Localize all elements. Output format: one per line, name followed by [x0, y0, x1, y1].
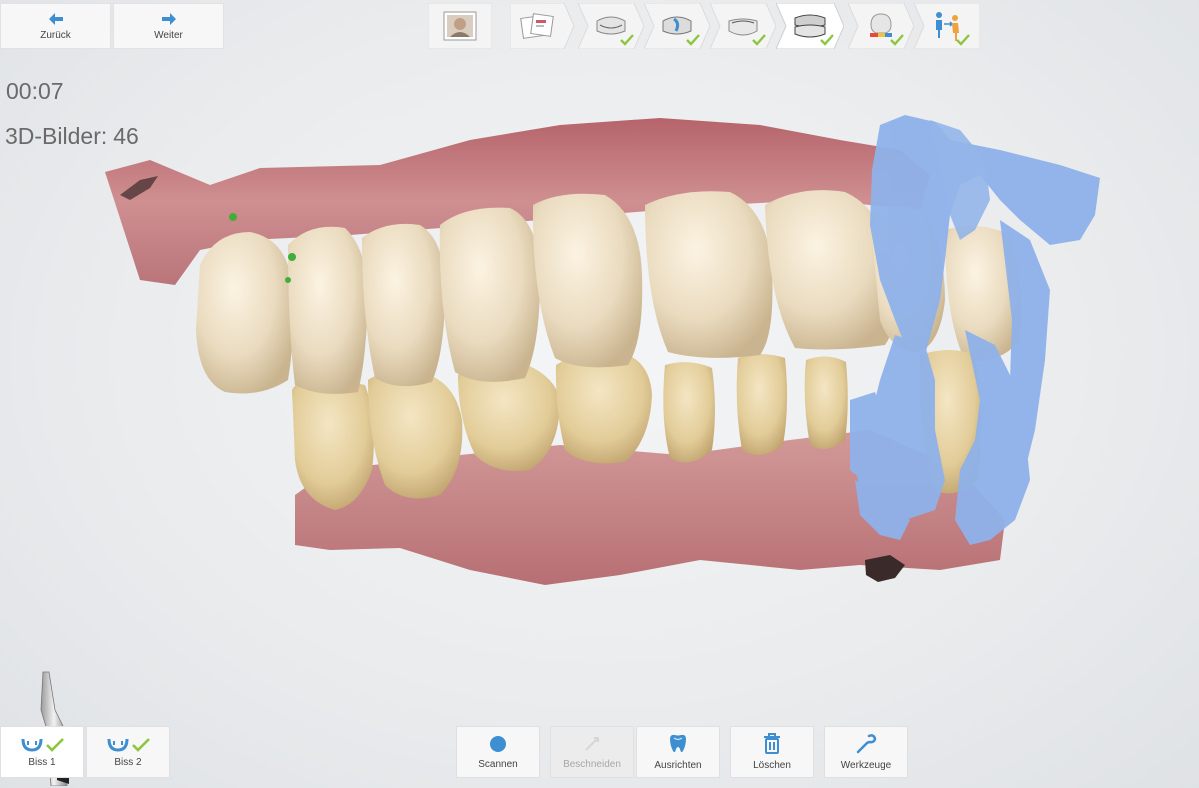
align-button[interactable]: Ausrichten	[636, 726, 720, 778]
images-count-value: 46	[113, 123, 139, 149]
rx-form-icon	[520, 13, 554, 39]
step-send-to-lab[interactable]	[914, 3, 980, 49]
tools-button[interactable]: Werkzeuge	[824, 726, 908, 778]
tools-label: Werkzeuge	[840, 760, 892, 771]
bite-2-button[interactable]: Biss 2	[86, 726, 170, 778]
scan-label: Scannen	[478, 759, 518, 770]
images-counter: 3D-Bilder: 46	[5, 123, 139, 150]
bite-registration-overlay	[850, 115, 1100, 545]
bite-jaw-icon	[107, 738, 129, 752]
check-icon	[686, 34, 700, 46]
upper-gum	[105, 118, 930, 285]
lower-teeth	[292, 351, 848, 510]
check-icon	[820, 34, 834, 46]
trim-label: Beschneiden	[563, 759, 621, 770]
trim-button[interactable]: Beschneiden	[550, 726, 634, 778]
step-upper-jaw-prep[interactable]	[644, 3, 710, 49]
step-upper-jaw[interactable]	[578, 3, 644, 49]
check-icon	[956, 34, 970, 46]
check-icon	[890, 34, 904, 46]
step-rx-form[interactable]	[510, 3, 574, 49]
trim-icon	[585, 737, 599, 751]
arrow-left-icon	[48, 12, 63, 25]
scan-button[interactable]: Scannen	[456, 726, 540, 778]
bite-1-label: Biss 1	[28, 757, 56, 768]
forward-label: Weiter	[154, 29, 183, 41]
step-model-analysis[interactable]	[848, 3, 914, 49]
check-icon	[752, 34, 766, 46]
bite-2-label: Biss 2	[114, 757, 142, 768]
bite-jaw-icon	[21, 738, 43, 752]
scan-timer: 00:07	[6, 78, 64, 104]
step-lower-jaw[interactable]	[710, 3, 776, 49]
step-patient[interactable]	[428, 3, 492, 49]
scan-3d-viewport[interactable]	[0, 0, 1199, 788]
delete-label: Löschen	[753, 760, 791, 771]
delete-button[interactable]: Löschen	[730, 726, 814, 778]
nav-group: Zurück Weiter	[0, 3, 224, 49]
scan-artifacts	[120, 176, 905, 582]
wrench-icon	[856, 734, 877, 754]
align-label: Ausrichten	[654, 760, 702, 771]
lower-gum	[295, 430, 1005, 585]
trash-icon	[764, 733, 780, 754]
back-label: Zurück	[40, 29, 71, 41]
check-icon	[46, 738, 64, 752]
bite-1-button[interactable]: Biss 1	[0, 726, 84, 778]
align-tooth-icon	[670, 734, 686, 753]
images-label: 3D-Bilder:	[5, 123, 108, 149]
upper-teeth	[196, 190, 1022, 494]
back-button[interactable]: Zurück	[0, 3, 111, 49]
arrow-right-icon	[161, 12, 176, 25]
forward-button[interactable]: Weiter	[113, 3, 224, 49]
scan-record-icon	[490, 736, 506, 752]
step-bite-scan[interactable]	[776, 3, 844, 49]
patient-photo-icon	[443, 11, 477, 41]
check-icon	[620, 34, 634, 46]
check-icon	[132, 738, 150, 752]
green-markers	[229, 213, 296, 283]
